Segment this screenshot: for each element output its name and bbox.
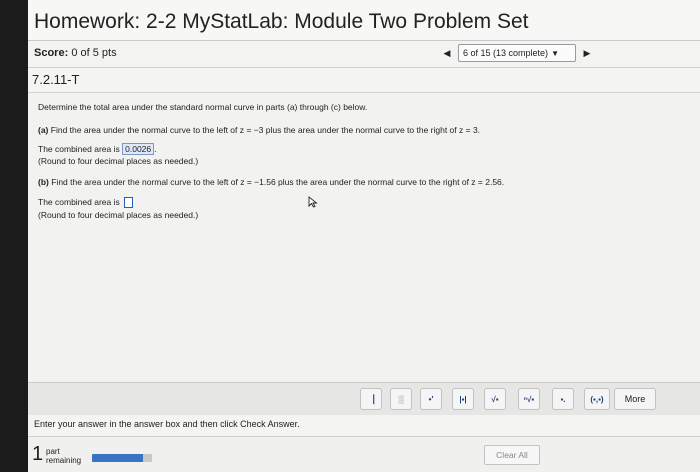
absolute-value-button[interactable]: |▪| xyxy=(452,388,474,410)
part-a-prompt: (a) Find the area under the normal curve… xyxy=(38,125,480,135)
question-panel: Determine the total area under the stand… xyxy=(28,92,700,383)
part-a-answer-suffix: . xyxy=(154,144,157,154)
page-title: Homework: 2-2 MyStatLab: Module Two Prob… xyxy=(34,10,529,33)
part-a-answer-field[interactable]: 0.0026 xyxy=(122,143,155,155)
fraction-button[interactable]: ▕ xyxy=(360,388,382,410)
parts-remaining-count: 1 xyxy=(32,443,44,465)
question-intro: Determine the total area under the stand… xyxy=(38,102,368,112)
part-a-answer-prefix: The combined area is xyxy=(38,144,120,154)
math-toolbar: ▕ ░ •′ |▪| √▪ ⁿ√▪ ▪. (▪,▪) More xyxy=(28,382,700,415)
title-bar: Homework: 2-2 MyStatLab: Module Two Prob… xyxy=(28,0,700,41)
next-question-button[interactable]: ▶ xyxy=(580,45,594,61)
decimal-icon: ▪. xyxy=(560,394,566,404)
score-value: 0 of 5 pts xyxy=(71,47,117,59)
square-root-icon: √▪ xyxy=(491,394,499,404)
part-a-text: Find the area under the normal curve to … xyxy=(50,125,481,135)
absolute-value-icon: |▪| xyxy=(459,394,467,404)
triangle-right-icon: ▶ xyxy=(583,47,591,58)
progress-bar xyxy=(92,454,152,462)
question-id: 7.2.11-T xyxy=(32,72,80,87)
score-label: Score: xyxy=(34,47,69,59)
mouse-cursor-icon xyxy=(308,196,318,208)
footer: 1 part remaining Clear All xyxy=(28,436,700,472)
square-root-button[interactable]: √▪ xyxy=(484,388,506,410)
caret-down-icon: ▼ xyxy=(551,48,559,58)
score-bar: Score: 0 of 5 pts ◀ 6 of 15 (13 complete… xyxy=(28,41,700,68)
part-a-label: (a) xyxy=(38,125,49,135)
screen: Homework: 2-2 MyStatLab: Module Two Prob… xyxy=(28,0,700,472)
parts-label-line1: part xyxy=(46,447,60,456)
part-b-text: Find the area under the normal curve to … xyxy=(51,177,505,187)
exponent-button[interactable]: •′ xyxy=(420,388,442,410)
part-a-rounding-note: (Round to four decimal places as needed.… xyxy=(38,156,199,166)
more-button[interactable]: More xyxy=(614,388,656,410)
interval-icon: (▪,▪) xyxy=(590,394,604,404)
parts-label-line2: remaining xyxy=(46,456,82,465)
mixed-number-button[interactable]: ░ xyxy=(390,388,412,410)
part-b-rounding-note: (Round to four decimal places as needed.… xyxy=(38,210,199,220)
progress-fill xyxy=(92,454,143,462)
part-b-answer-field[interactable] xyxy=(124,197,134,209)
question-select[interactable]: 6 of 15 (13 complete) ▼ xyxy=(458,44,576,62)
mixed-number-icon: ░ xyxy=(398,394,404,404)
part-b-answer-prefix: The combined area is xyxy=(38,197,120,207)
decimal-button[interactable]: ▪. xyxy=(552,388,574,410)
instruction-text: Enter your answer in the answer box and … xyxy=(34,419,300,429)
triangle-left-icon: ◀ xyxy=(443,47,451,58)
nth-root-icon: ⁿ√▪ xyxy=(523,394,535,404)
exponent-icon: •′ xyxy=(428,394,434,404)
part-b-label: (b) xyxy=(38,177,49,187)
question-select-value: 6 of 15 (13 complete) xyxy=(463,48,549,58)
clear-all-button[interactable]: Clear All xyxy=(484,445,540,465)
interval-button[interactable]: (▪,▪) xyxy=(584,388,610,410)
part-a-answer-line: The combined area is 0.0026. xyxy=(38,143,157,155)
fraction-icon: ▕ xyxy=(367,394,375,404)
part-b-answer-line: The combined area is xyxy=(38,197,134,209)
previous-question-button[interactable]: ◀ xyxy=(440,45,454,61)
part-b-prompt: (b) Find the area under the normal curve… xyxy=(38,177,504,187)
nth-root-button[interactable]: ⁿ√▪ xyxy=(518,388,540,410)
score-text: Score: 0 of 5 pts xyxy=(34,47,117,59)
parts-remaining-label: part remaining xyxy=(46,447,81,465)
